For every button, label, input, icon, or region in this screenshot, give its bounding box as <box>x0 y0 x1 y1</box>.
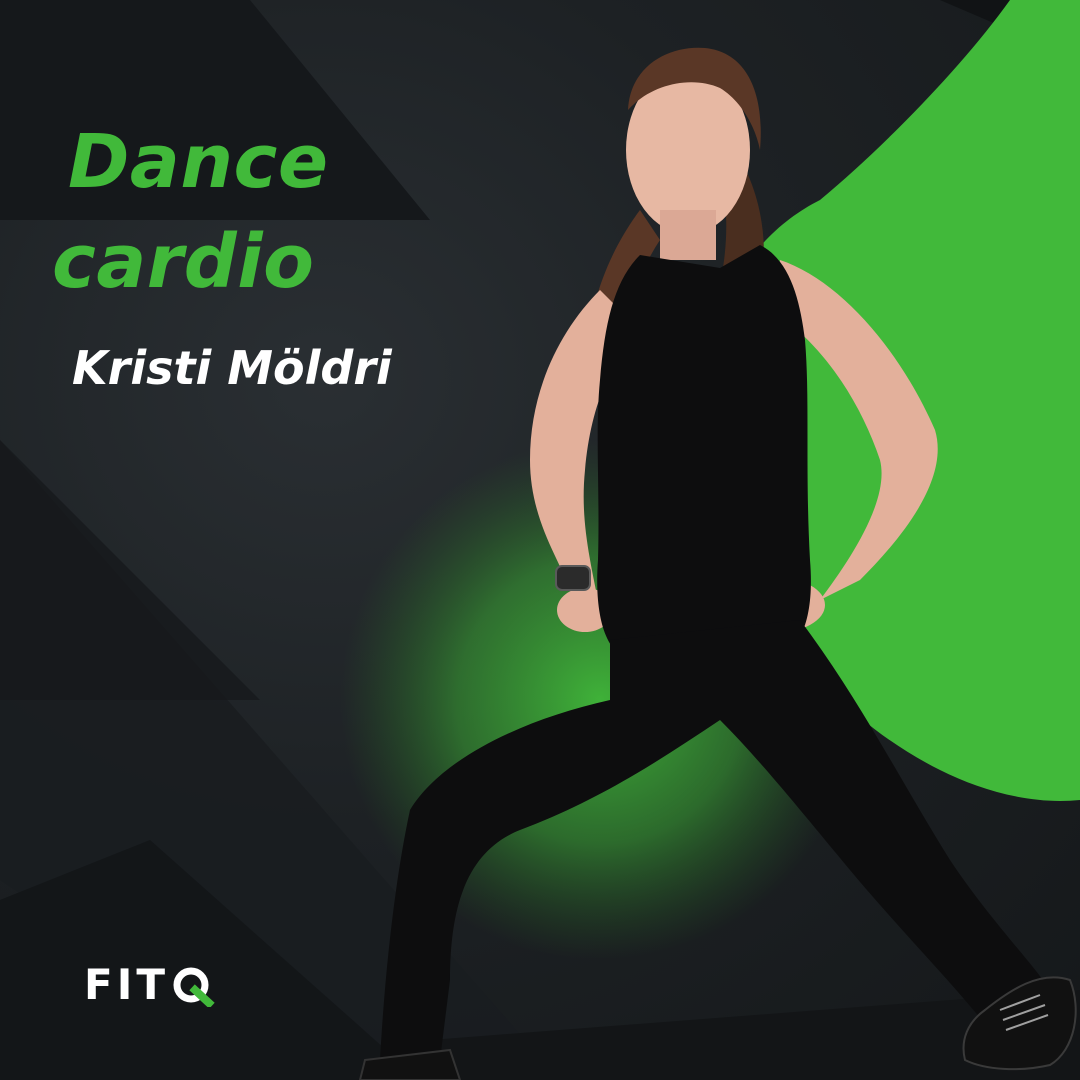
smartwatch <box>555 565 591 591</box>
title-line-dance: Dance <box>68 119 329 205</box>
instructor-name: Kristi Möldri <box>72 341 392 395</box>
neck <box>660 210 716 260</box>
black-leggings <box>380 620 1050 1060</box>
title-line-cardio: cardio <box>52 219 315 305</box>
q-letter-icon <box>173 967 215 1007</box>
workout-title: Dance cardio <box>52 112 329 312</box>
workout-promo-poster: Dance cardio Kristi Möldri FIT <box>0 0 1080 1080</box>
logo-text: FIT <box>84 960 169 1009</box>
black-tank-top <box>597 245 811 665</box>
brand-logo: FIT <box>84 962 215 1008</box>
left-shoe <box>358 1048 462 1080</box>
